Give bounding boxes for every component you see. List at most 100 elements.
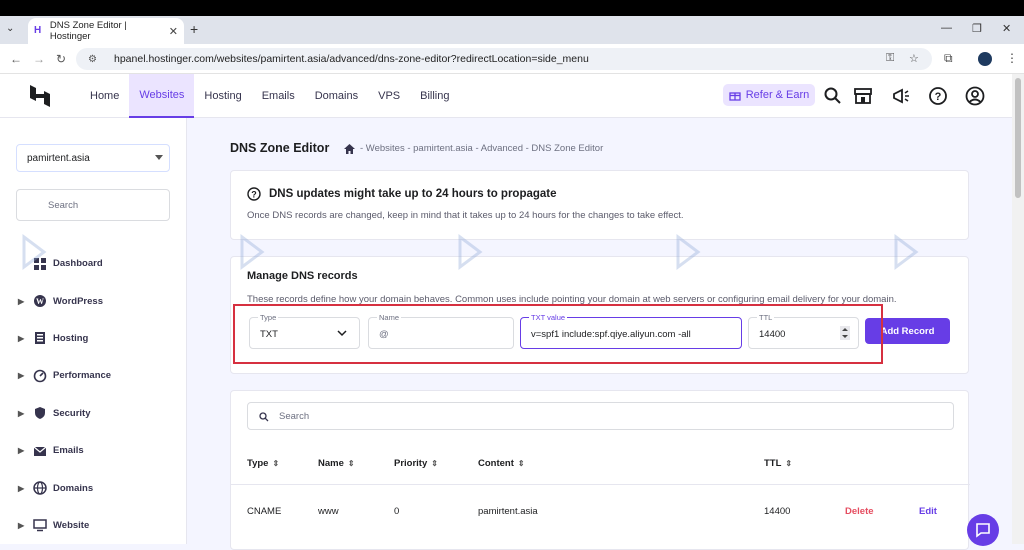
sidebar-item-domains[interactable]: ▶ Domains (18, 469, 183, 506)
url-field[interactable]: ⚙ hpanel.hostinger.com/websites/pamirten… (76, 48, 932, 70)
refer-earn-label: Refer & Earn (745, 89, 810, 101)
sidebar: pamirtent.asia Search Dashboard ▶ W Word… (0, 118, 187, 544)
scrollbar-thumb[interactable] (1015, 78, 1021, 198)
cell-content: pamirtent.asia (478, 506, 538, 517)
column-header-priority[interactable]: Priority ⇕ (394, 458, 438, 469)
cell-type: CNAME (247, 506, 282, 517)
chevron-right-icon: ▶ (18, 408, 25, 418)
sort-icon: ⇕ (347, 459, 355, 468)
sidebar-item-label: WordPress (53, 295, 103, 307)
app-header: Home Websites Hosting Emails Domains VPS… (0, 74, 1012, 118)
back-icon[interactable]: ← (10, 52, 22, 66)
sort-icon: ⇕ (785, 459, 793, 468)
cell-ttl: 14400 (764, 506, 791, 517)
chevron-right-icon: ▶ (18, 446, 25, 456)
records-search-input[interactable]: Search (247, 402, 954, 430)
address-bar-row: ← → ↻ ⚙ hpanel.hostinger.com/websites/pa… (0, 44, 1024, 74)
chat-icon (976, 523, 990, 538)
sidebar-item-emails[interactable]: ▶ Emails (18, 432, 183, 469)
browser-tab-strip: ⌄ H DNS Zone Editor | Hostinger ✕ + — ❐ … (0, 16, 1024, 44)
cell-name: www (318, 506, 339, 517)
notice-heading-text: DNS updates might take up to 24 hours to… (269, 188, 557, 200)
sidebar-search-input[interactable]: Search (16, 189, 170, 221)
search-icon[interactable] (823, 86, 843, 106)
chevron-right-icon: ▶ (18, 371, 25, 381)
page-scrollbar[interactable] (1012, 74, 1024, 544)
tab-search-chevron-icon[interactable]: ⌄ (6, 23, 14, 34)
question-circle-icon: ? (247, 187, 261, 201)
extensions-icon[interactable]: ⧉ (944, 51, 953, 66)
delete-record-button[interactable]: Delete (845, 506, 874, 517)
nav-billing[interactable]: Billing (410, 74, 459, 118)
notice-heading: ? DNS updates might take up to 24 hours … (247, 187, 557, 201)
forward-icon[interactable]: → (33, 52, 45, 66)
refer-earn-button[interactable]: Refer & Earn (723, 84, 815, 106)
nav-domains[interactable]: Domains (305, 74, 368, 118)
nav-hosting[interactable]: Hosting (194, 74, 251, 118)
breadcrumb-path: - Websites - pamirtent.asia - Advanced -… (360, 143, 604, 154)
sidebar-item-label: Domains (53, 482, 94, 494)
nav-home[interactable]: Home (80, 74, 129, 118)
column-header-content[interactable]: Content ⇕ (478, 458, 525, 469)
sidebar-item-performance[interactable]: ▶ Performance (18, 357, 183, 394)
chevron-right-icon: ▶ (18, 296, 25, 306)
site-info-icon[interactable]: ⚙ (88, 54, 100, 65)
column-header-ttl[interactable]: TTL ⇕ (764, 458, 792, 469)
browser-tab[interactable]: H DNS Zone Editor | Hostinger ✕ (28, 18, 184, 44)
megaphone-icon[interactable] (891, 86, 911, 106)
close-window-icon[interactable]: ✕ (1002, 22, 1011, 35)
globe-icon (33, 481, 47, 495)
domain-select[interactable]: pamirtent.asia (16, 144, 170, 172)
sort-icon: ⇕ (431, 459, 438, 468)
reload-icon[interactable]: ↻ (56, 52, 66, 66)
sidebar-item-website[interactable]: ▶ Website (18, 507, 183, 544)
browser-menu-icon[interactable]: ⋮ (1006, 51, 1018, 65)
bookmark-star-icon[interactable]: ☆ (909, 52, 919, 65)
sidebar-item-security[interactable]: ▶ Security (18, 395, 183, 432)
domain-select-value: pamirtent.asia (27, 152, 90, 164)
close-tab-icon[interactable]: ✕ (169, 25, 178, 38)
sidebar-item-hosting[interactable]: ▶ Hosting (18, 320, 183, 357)
hostinger-favicon-icon: H (34, 25, 42, 36)
shield-icon (35, 407, 45, 420)
sidebar-item-label: Security (53, 407, 91, 419)
home-icon[interactable] (344, 143, 355, 154)
search-icon (259, 412, 269, 422)
url-text: hpanel.hostinger.com/websites/pamirtent.… (114, 53, 589, 65)
sort-icon: ⇕ (517, 459, 525, 468)
gift-icon (729, 92, 741, 101)
watermark-logo (676, 234, 701, 270)
nav-vps[interactable]: VPS (368, 74, 410, 118)
sidebar-search-placeholder: Search (48, 199, 79, 211)
propagation-notice: ? DNS updates might take up to 24 hours … (230, 170, 969, 240)
watermark-logo (458, 234, 483, 270)
new-tab-icon[interactable]: + (190, 21, 198, 37)
sidebar-item-label: Emails (53, 445, 84, 457)
hostinger-logo[interactable] (30, 85, 50, 107)
store-icon[interactable] (853, 86, 873, 106)
edit-record-button[interactable]: Edit (919, 506, 937, 517)
nav-websites[interactable]: Websites (129, 74, 195, 118)
watermark-logo (240, 234, 265, 270)
sidebar-item-label: Hosting (53, 332, 89, 344)
highlight-annotation-box (233, 304, 883, 364)
sort-icon: ⇕ (272, 459, 280, 468)
restore-icon[interactable]: ❐ (972, 22, 982, 35)
column-header-name[interactable]: Name ⇕ (318, 458, 355, 469)
minimize-icon[interactable]: — (941, 22, 952, 34)
account-icon[interactable] (965, 86, 985, 106)
chat-support-button[interactable] (967, 514, 999, 546)
cell-priority: 0 (394, 506, 400, 517)
dns-records-card: Search Type ⇕ Name ⇕ Priority ⇕ Content ⇕ TT… (230, 390, 970, 550)
watermark-logo (894, 234, 919, 270)
tab-title: DNS Zone Editor | Hostinger (49, 20, 127, 42)
key-icon[interactable]: ⚿ (886, 52, 894, 65)
svg-text:W: W (36, 297, 44, 306)
chevron-right-icon: ▶ (18, 520, 25, 530)
column-header-type[interactable]: Type ⇕ (247, 458, 279, 469)
nav-emails[interactable]: Emails (252, 74, 305, 118)
watermark-logo (22, 234, 47, 270)
notice-text: Once DNS records are changed, keep in mi… (247, 210, 684, 221)
profile-avatar[interactable] (978, 52, 992, 66)
help-icon[interactable]: ? (928, 86, 948, 106)
